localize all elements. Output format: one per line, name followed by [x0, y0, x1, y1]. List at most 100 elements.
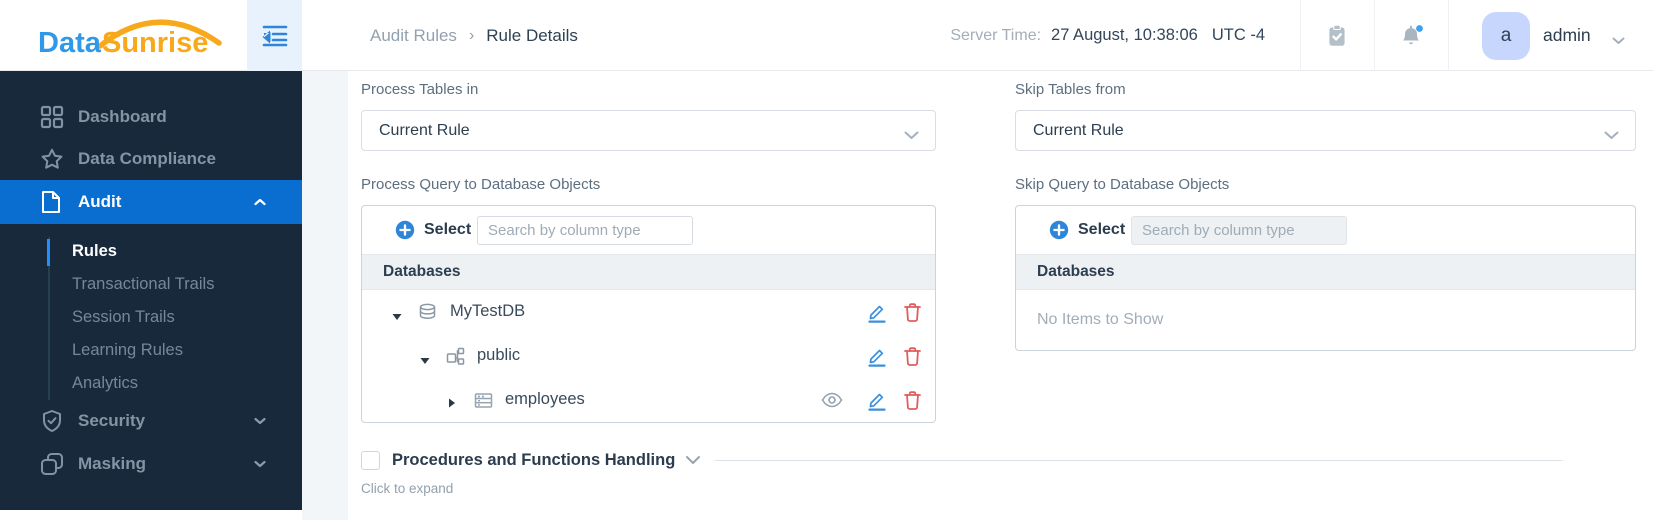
database-icon — [418, 303, 437, 327]
chevron-down-icon — [254, 455, 266, 473]
edit-icon[interactable] — [867, 390, 887, 411]
plus-circle-icon[interactable] — [395, 220, 415, 245]
sidebar-item-label: Dashboard — [78, 107, 167, 126]
tree-row-schema[interactable]: public — [362, 334, 935, 378]
avatar-initial: a — [1500, 25, 1512, 46]
sidebar-item-masking[interactable]: Masking — [0, 443, 302, 485]
avatar[interactable]: a — [1482, 12, 1530, 60]
plus-circle-icon[interactable] — [1049, 220, 1069, 245]
schema-icon — [446, 347, 465, 371]
document-icon — [40, 190, 64, 214]
edit-icon[interactable] — [867, 346, 887, 367]
procedures-label[interactable]: Procedures and Functions Handling — [392, 451, 675, 470]
user-menu-chevron[interactable] — [1612, 32, 1625, 50]
sidebar-item-label: Data Compliance — [78, 149, 216, 168]
logo-text-data: Data — [38, 27, 102, 59]
server-time-value: 27 August, 10:38:06 — [1051, 26, 1198, 44]
sidebar-item-analytics[interactable]: Analytics — [0, 367, 302, 400]
star-icon — [40, 147, 64, 171]
skip-tables-from-select[interactable]: Current Rule — [1015, 110, 1636, 151]
sidebar-item-label: Analytics — [72, 374, 139, 392]
sidebar-item-security[interactable]: Security — [0, 400, 302, 442]
topbar-divider — [1374, 0, 1375, 71]
server-time-label: Server Time: — [950, 26, 1042, 44]
datasunrise-logo[interactable]: Data Sunrise — [38, 12, 230, 65]
breadcrumb: Audit Rules › Rule Details — [370, 0, 578, 71]
sidebar-item-label: Session Trails — [72, 308, 175, 326]
sidebar-item-session-trails[interactable]: Session Trails — [0, 301, 302, 334]
select-objects-button[interactable]: Select — [424, 206, 471, 254]
sidebar-item-label: Audit — [78, 192, 122, 211]
user-menu[interactable]: admin — [1543, 0, 1591, 71]
sidebar-item-learning-rules[interactable]: Learning Rules — [0, 334, 302, 367]
procedures-checkbox[interactable] — [361, 451, 380, 470]
masking-layers-icon — [40, 452, 64, 476]
server-time-timezone: UTC -4 — [1211, 26, 1265, 44]
column-header-label: Databases — [383, 263, 461, 280]
process-query-title: Process Query to Database Objects — [361, 176, 601, 193]
sidebar-item-data-compliance[interactable]: Data Compliance — [0, 138, 302, 180]
logo-text-sunrise: Sunrise — [102, 27, 208, 59]
datasunrise-logo-icon: Data Sunrise — [38, 19, 222, 59]
object-name: employees — [505, 390, 585, 408]
databases-column-header: Databases — [362, 254, 935, 290]
section-divider — [715, 460, 1563, 461]
breadcrumb-separator: › — [468, 26, 475, 44]
shield-check-icon — [40, 409, 64, 433]
sidebar-item-dashboard[interactable]: Dashboard — [0, 96, 302, 138]
search-input[interactable] — [477, 216, 693, 245]
topbar-divider — [1300, 0, 1301, 71]
datasunrise-app: Data Sunrise Audit Rules › Rule Details — [0, 0, 1653, 520]
process-tables-in-select[interactable]: Current Rule — [361, 110, 936, 151]
tasks-button[interactable] — [1324, 23, 1350, 49]
panel-toolbar: Select — [362, 206, 935, 254]
tree-row-database[interactable]: MyTestDB — [362, 290, 935, 334]
column-header-label: Databases — [1037, 263, 1115, 280]
chevron-down-icon — [1604, 127, 1619, 145]
caret-down-icon[interactable] — [392, 308, 402, 326]
view-columns-eye-icon[interactable] — [821, 392, 843, 413]
chevron-down-icon — [1612, 37, 1625, 44]
chevron-down-icon — [254, 412, 266, 430]
panel-toolbar: Select — [1016, 206, 1635, 254]
server-time: Server Time: 27 August, 10:38:06 UTC -4 — [950, 0, 1265, 71]
sidebar-item-label: Transactional Trails — [72, 275, 215, 293]
selected-value: Current Rule — [379, 121, 470, 139]
breadcrumb-parent-link[interactable]: Audit Rules — [370, 26, 457, 46]
content-gutter — [302, 71, 348, 520]
chevron-down-icon[interactable] — [685, 452, 701, 470]
caret-down-icon[interactable] — [420, 352, 430, 370]
skip-query-panel: Select Databases No Items to Show — [1015, 205, 1636, 351]
empty-state: No Items to Show — [1016, 290, 1635, 350]
delete-icon[interactable] — [903, 302, 923, 323]
topbar-divider — [1448, 0, 1449, 71]
bell-icon — [1403, 25, 1423, 45]
sidebar-item-label: Security — [78, 411, 146, 430]
notifications-button[interactable] — [1398, 23, 1424, 49]
sidebar-collapse-button[interactable] — [247, 0, 302, 71]
sidebar-item-label: Learning Rules — [72, 341, 183, 359]
skip-tables-from-label: Skip Tables from — [1015, 81, 1126, 98]
empty-state-label: No Items to Show — [1037, 311, 1164, 328]
object-name: public — [477, 346, 521, 364]
clipboard-check-icon — [1329, 24, 1345, 46]
sidebar-item-transactional-trails[interactable]: Transactional Trails — [0, 268, 302, 301]
tree-row-table[interactable]: employees — [362, 378, 935, 422]
dashboard-grid-icon — [40, 105, 64, 129]
rule-details-panel: Process Tables in Current Rule Skip Tabl… — [348, 71, 1653, 520]
sidebar-item-rules[interactable]: Rules — [0, 235, 302, 268]
sidebar: Dashboard Data Compliance Audit Rules Tr… — [0, 71, 302, 510]
caret-right-icon[interactable] — [448, 395, 456, 413]
topbar: Data Sunrise Audit Rules › Rule Details — [0, 0, 1653, 71]
process-tables-in-label: Process Tables in — [361, 81, 479, 98]
table-icon — [474, 391, 493, 415]
edit-icon[interactable] — [867, 302, 887, 323]
procedures-section-header: Procedures and Functions Handling — [361, 451, 1563, 470]
delete-icon[interactable] — [903, 346, 923, 367]
sidebar-item-audit[interactable]: Audit — [0, 180, 302, 224]
select-objects-button[interactable]: Select — [1078, 206, 1125, 254]
chevron-up-icon — [254, 193, 266, 211]
search-input[interactable] — [1131, 216, 1347, 245]
sidebar-item-label: Masking — [78, 454, 147, 473]
delete-icon[interactable] — [903, 390, 923, 411]
